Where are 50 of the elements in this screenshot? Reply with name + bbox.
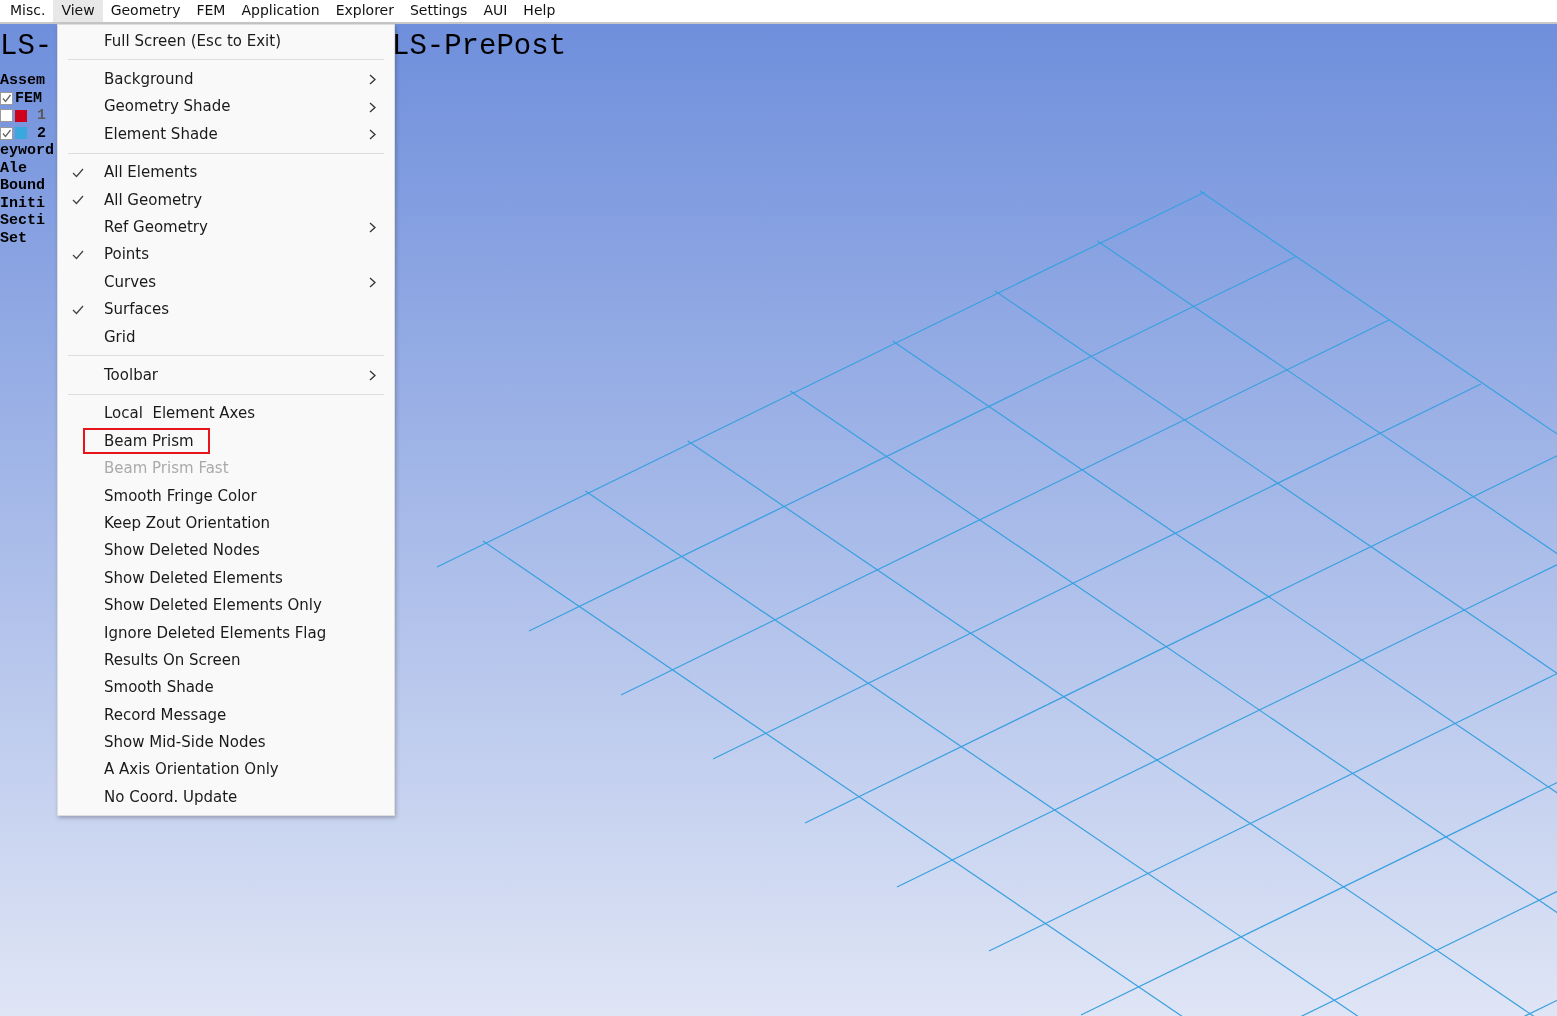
menu-item[interactable]: No Coord. Update (104, 786, 238, 807)
menu-item[interactable]: Help (515, 0, 564, 22)
menu-item[interactable]: Smooth Fringe Color (104, 485, 257, 506)
menu-item[interactable]: Misc. (2, 0, 54, 22)
checkbox[interactable] (0, 126, 13, 140)
tree-label: 2 (37, 124, 46, 142)
checkbox[interactable] (0, 109, 13, 123)
menu-item[interactable]: Settings (402, 0, 476, 22)
menu-item[interactable]: Local Element Axes (104, 403, 255, 424)
menu-item[interactable]: Smooth Shade (104, 677, 214, 698)
menu-item[interactable]: Ref Geometry (104, 217, 208, 238)
menu-item[interactable]: Toolbar (104, 365, 159, 385)
tree-label: Set (0, 229, 27, 247)
menu-item[interactable]: Geometry (102, 0, 189, 22)
menu-item[interactable]: Surfaces (104, 299, 169, 320)
menu-item[interactable]: Points (104, 244, 150, 265)
menu-item[interactable]: AUI (475, 0, 516, 22)
viewport-title: LS- (0, 30, 53, 63)
menu-item[interactable]: Geometry Shade (104, 96, 231, 117)
menu-item[interactable]: Curves (104, 271, 157, 292)
menu-item[interactable]: Show Deleted Nodes (104, 540, 260, 561)
menu-item[interactable]: Background (104, 69, 194, 90)
menu-item[interactable]: Application (233, 0, 328, 22)
menu-item[interactable]: Show Deleted Elements Only (104, 595, 322, 616)
menu-item[interactable]: All Elements (104, 162, 198, 183)
menu-item[interactable]: Keep Zout Orientation (104, 512, 271, 533)
menu-item[interactable]: Explorer (327, 0, 402, 22)
tree-label: eyword (0, 142, 54, 160)
menu-item[interactable]: Grid (104, 326, 136, 347)
tree-label: Initi (0, 194, 45, 212)
menu-item[interactable]: Ignore Deleted Elements Flag (104, 622, 327, 643)
menu-item[interactable]: A Axis Orientation Only (104, 759, 279, 780)
menu-item[interactable]: Show Mid-Side Nodes (104, 732, 266, 753)
menu-item[interactable]: Full Screen (Esc to Exit) (104, 30, 281, 51)
menu-item[interactable]: Record Message (104, 704, 227, 725)
menu-item[interactable]: FEM (188, 0, 234, 22)
checkbox[interactable] (0, 91, 13, 105)
menu-item[interactable]: Show Deleted Elements (104, 567, 283, 588)
tree-label: Secti (0, 212, 45, 230)
menu-item[interactable]: Beam Prism (85, 429, 208, 452)
tree-label: Ale (0, 159, 27, 177)
tree-label: 1 (37, 107, 46, 125)
menu-item[interactable]: Results On Screen (104, 649, 241, 670)
menu-item[interactable]: View (53, 0, 103, 22)
viewport-title: LS-PrePost (392, 30, 567, 63)
tree-label: Bound (0, 177, 45, 195)
tree-label: FEM (15, 89, 42, 107)
menu-item[interactable]: All Geometry (104, 189, 203, 210)
tree-label: Assem (0, 72, 45, 90)
menu-item[interactable]: Element Shade (104, 123, 218, 144)
